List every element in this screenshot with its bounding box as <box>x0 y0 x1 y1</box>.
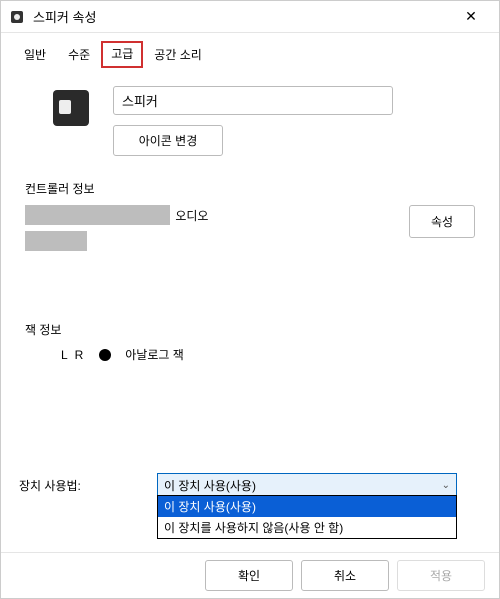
chevron-down-icon: ⌄ <box>442 480 450 491</box>
dropdown-selected-text: 이 장치 사용(사용) <box>164 477 256 494</box>
ok-button[interactable]: 확인 <box>205 560 293 591</box>
controller-section-label: 컨트롤러 정보 <box>25 180 475 197</box>
jack-channels: L R <box>61 348 85 362</box>
device-name-input[interactable] <box>113 86 393 115</box>
controller-info: 오디오 <box>25 205 401 251</box>
tab-spatial-sound[interactable]: 공간 소리 <box>143 41 213 68</box>
speaker-app-icon <box>9 9 25 25</box>
jack-row: L R 아날로그 잭 <box>61 346 475 363</box>
change-icon-button[interactable]: 아이콘 변경 <box>113 125 223 156</box>
window-title: 스피커 속성 <box>33 7 451 26</box>
jack-section-label: 잭 정보 <box>25 321 475 338</box>
dropdown-option-enable[interactable]: 이 장치 사용(사용) <box>158 496 456 517</box>
jack-type: 아날로그 잭 <box>125 346 184 363</box>
controller-properties-button[interactable]: 속성 <box>409 205 475 238</box>
tab-levels[interactable]: 수준 <box>57 41 101 68</box>
dropdown-list: 이 장치 사용(사용) 이 장치를 사용하지 않음(사용 안 함) <box>157 495 457 539</box>
device-usage-row: 장치 사용법: 이 장치 사용(사용) ⌄ 이 장치 사용(사용) 이 장치를 … <box>19 473 457 498</box>
tab-strip: 일반 수준 고급 공간 소리 <box>1 33 499 68</box>
device-usage-label: 장치 사용법: <box>19 473 149 494</box>
close-button[interactable]: ✕ <box>451 2 491 32</box>
redacted-controller-detail <box>25 231 87 251</box>
apply-button: 적용 <box>397 560 485 591</box>
jack-section: 잭 정보 L R 아날로그 잭 <box>25 321 475 363</box>
dialog-window: 스피커 속성 ✕ 일반 수준 고급 공간 소리 아이콘 변경 컨트롤러 정보 오… <box>0 0 500 599</box>
cancel-button[interactable]: 취소 <box>301 560 389 591</box>
tab-general[interactable]: 일반 <box>13 41 57 68</box>
close-icon: ✕ <box>465 8 477 25</box>
controller-suffix: 오디오 <box>175 209 208 223</box>
device-header: 아이콘 변경 <box>25 86 475 156</box>
device-icon <box>53 90 89 126</box>
controller-section: 컨트롤러 정보 오디오 속성 <box>25 180 475 251</box>
titlebar: 스피커 속성 ✕ <box>1 1 499 33</box>
tab-content: 아이콘 변경 컨트롤러 정보 오디오 속성 잭 정보 L R <box>1 68 499 552</box>
dialog-footer: 확인 취소 적용 <box>1 552 499 598</box>
device-usage-dropdown[interactable]: 이 장치 사용(사용) ⌄ 이 장치 사용(사용) 이 장치를 사용하지 않음(… <box>157 473 457 498</box>
device-fields: 아이콘 변경 <box>113 86 475 156</box>
dropdown-option-disable[interactable]: 이 장치를 사용하지 않음(사용 안 함) <box>158 517 456 538</box>
redacted-controller-name <box>25 205 170 225</box>
tab-advanced[interactable]: 고급 <box>101 41 143 68</box>
jack-color-dot <box>99 349 111 361</box>
controller-row: 오디오 속성 <box>25 205 475 251</box>
